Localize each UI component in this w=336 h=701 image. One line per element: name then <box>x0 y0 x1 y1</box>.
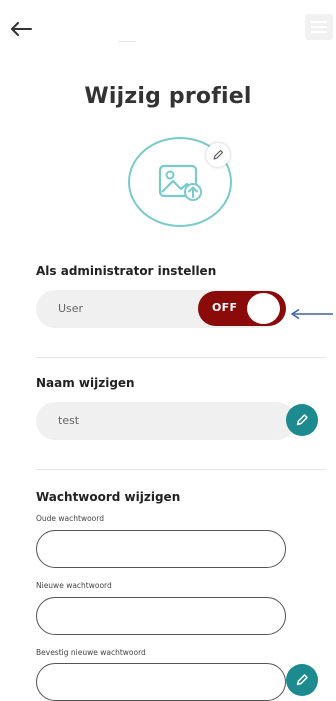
arrow-left-icon <box>11 22 32 36</box>
toggle-knob[interactable] <box>247 293 280 324</box>
back-button[interactable] <box>6 16 36 42</box>
annotation-arrow-icon <box>291 308 333 320</box>
pencil-icon <box>213 149 224 160</box>
toggle-state-label: OFF <box>212 301 238 314</box>
header-divider <box>118 41 136 42</box>
name-section-title: Naam wijzigen <box>36 376 135 390</box>
new-password-input[interactable] <box>36 597 286 635</box>
admin-section-title: Als administrator instellen <box>36 264 217 278</box>
old-password-input[interactable] <box>36 530 286 568</box>
avatar-edit-button[interactable] <box>206 143 230 167</box>
role-label: User <box>58 302 84 315</box>
pencil-icon <box>296 414 308 426</box>
pencil-icon <box>296 674 308 686</box>
confirm-password-input[interactable] <box>36 663 286 701</box>
new-password-label: Nieuwe wachtwoord <box>36 581 112 590</box>
divider <box>36 469 326 470</box>
password-section-title: Wachtwoord wijzigen <box>36 490 181 504</box>
image-upload-icon <box>158 164 202 201</box>
page-title: Wijzig profiel <box>84 84 252 109</box>
old-password-label: Oude wachtwoord <box>36 514 104 523</box>
edit-name-button[interactable] <box>286 404 318 436</box>
confirm-password-label: Bevestig nieuwe wachtwoord <box>36 648 146 657</box>
divider <box>36 357 326 358</box>
save-password-button[interactable] <box>286 664 318 696</box>
hamburger-menu-icon[interactable] <box>305 14 333 40</box>
name-value: test <box>58 414 80 427</box>
